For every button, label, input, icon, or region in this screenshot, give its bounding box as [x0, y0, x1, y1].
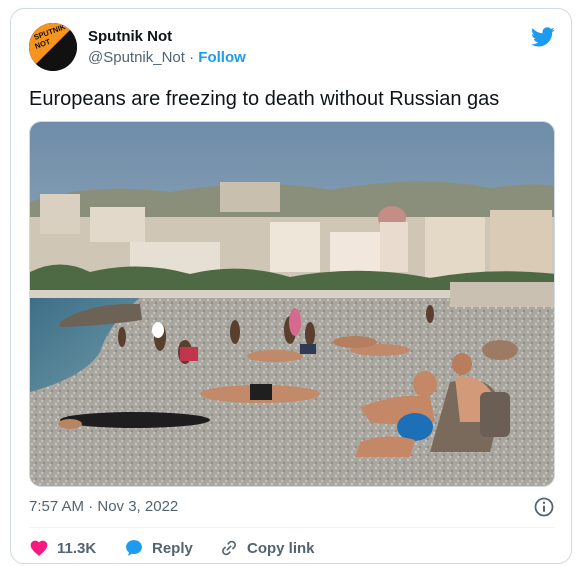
copy-link-button[interactable]: Copy link [219, 538, 315, 558]
author-handle[interactable]: @Sputnik_Not [88, 49, 185, 66]
tweet-timestamp[interactable]: 7:57 AM · Nov 3, 2022 [29, 498, 178, 515]
reply-label: Reply [152, 539, 193, 557]
divider [29, 527, 555, 528]
reply-bubble-icon [126, 540, 142, 556]
link-icon [222, 540, 236, 556]
like-count: 11.3K [57, 539, 97, 557]
author-handle-line: @Sputnik_Not · Follow [88, 49, 246, 66]
tweet-card: SPUTNIK NOT Sputnik Not @Sputnik_Not · F… [10, 8, 572, 564]
copy-link-label: Copy link [247, 539, 315, 557]
tweet-text: Europeans are freezing to death without … [29, 88, 500, 110]
author-name[interactable]: Sputnik Not [88, 28, 172, 45]
tweet-photo[interactable] [29, 121, 555, 487]
info-icon[interactable] [533, 496, 555, 518]
avatar[interactable]: SPUTNIK NOT [29, 23, 77, 71]
follow-button[interactable]: Follow [198, 49, 246, 66]
like-button[interactable]: 11.3K [29, 538, 96, 558]
separator-dot: · [189, 49, 195, 66]
twitter-bird-icon[interactable] [531, 25, 555, 49]
reply-button[interactable]: Reply [124, 538, 193, 558]
heart-icon [30, 540, 48, 556]
